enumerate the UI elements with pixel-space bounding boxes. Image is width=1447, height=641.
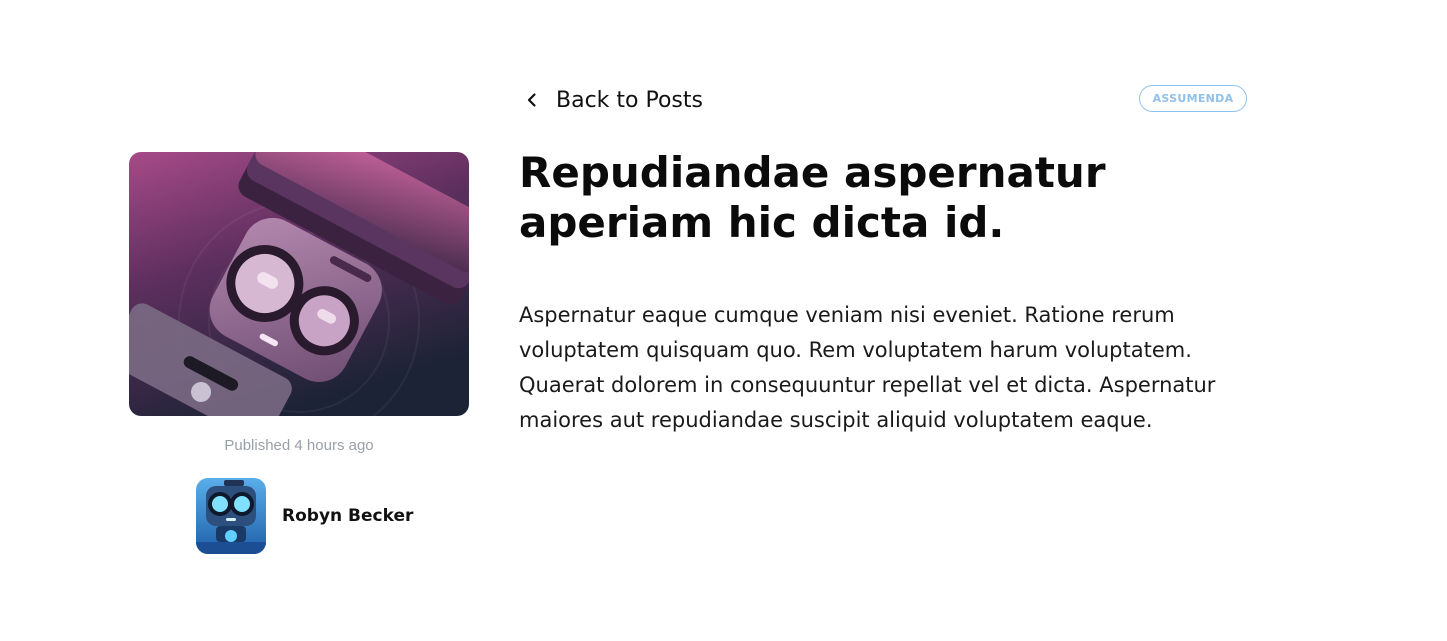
back-to-posts-link[interactable]: Back to Posts <box>522 84 703 116</box>
post-detail-page: Published 4 hours ago Robyn Becker Back … <box>0 0 1447 641</box>
author-avatar[interactable] <box>196 478 266 554</box>
robot-illustration-icon <box>129 152 469 416</box>
back-to-posts-label: Back to Posts <box>556 87 703 113</box>
post-tag-badge[interactable]: ASSUMENDA <box>1139 85 1247 112</box>
published-time: Published 4 hours ago <box>224 437 374 454</box>
chevron-left-icon <box>522 90 542 110</box>
post-body: Aspernatur eaque cumque veniam nisi even… <box>519 303 1216 432</box>
post-cover-image <box>129 152 469 416</box>
author-name[interactable]: Robyn Becker <box>282 506 413 526</box>
post-title: Repudiandae aspernatur aperiam hic dicta… <box>519 148 1106 247</box>
author-block[interactable]: Robyn Becker <box>196 478 413 554</box>
robot-avatar-icon <box>196 478 266 554</box>
